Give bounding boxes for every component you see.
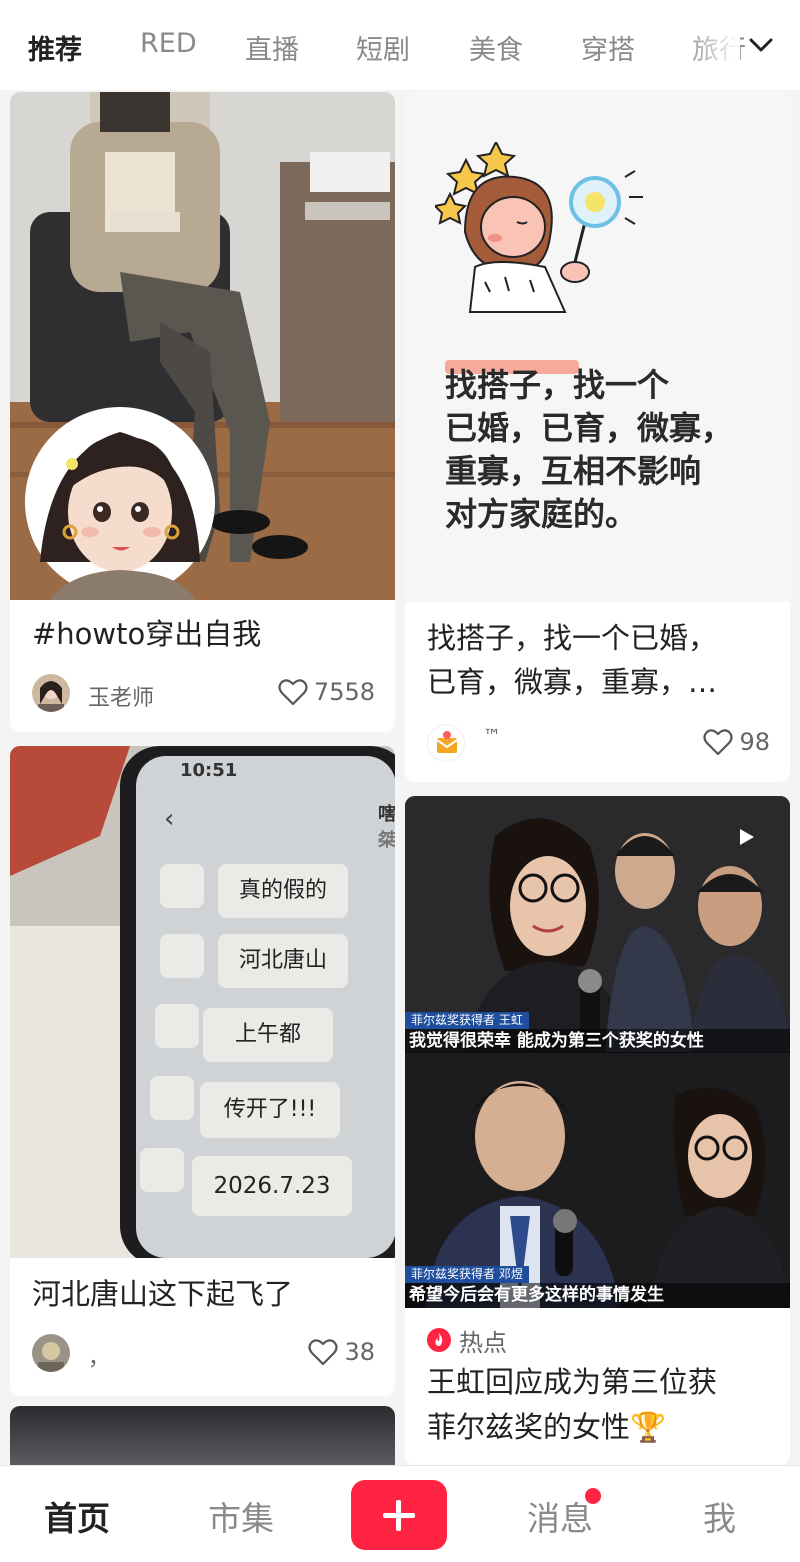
heart-icon [703,729,734,756]
post-caption: 找搭子，找一个已婚， 已育，微寡，重寡，… [427,621,718,699]
meme-avatar-icon [160,934,204,978]
tab-live[interactable]: 直播 [245,28,299,67]
post-meta: ™ 98 [427,724,770,764]
avatar[interactable] [32,1334,70,1372]
heart-icon [308,1339,339,1366]
tab-red[interactable]: RED [140,28,197,59]
news-subtitle: 希望今后会有更多这样的事情发生 [405,1283,790,1308]
post-cover-image: 菲尔兹奖获得者 王虹 我觉得很荣幸 能成为第三个获奖的女性 菲尔兹奖获得者 邓煜… [405,796,790,1308]
author-name[interactable]: ™ [483,726,501,747]
nav-market[interactable]: 市集 [208,1492,274,1540]
post-meta: ， 38 [32,1334,375,1374]
poster-text: 找搭子，找一个 已婚，已育，微寡， 重寡，互相不影响 对方家庭的。 [445,366,734,533]
avatar[interactable] [32,674,70,712]
nav-me[interactable]: 我 [703,1492,736,1540]
plus-icon[interactable] [351,1480,447,1550]
meme-avatar-icon [150,1076,194,1120]
author-name[interactable]: ， [88,1340,110,1372]
meme-avatar-icon [140,1148,184,1192]
back-arrow-icon: ‹ [164,804,175,834]
news-label: 菲尔兹奖获得者 邓煜 [405,1266,529,1283]
nav-messages[interactable]: 消息 [527,1492,593,1540]
video-play-icon [740,829,754,845]
like-count: 98 [739,728,770,756]
chat-header-text: 嗐 桀 [378,804,395,851]
hot-tag-label: 热点 [459,1328,507,1357]
news-subtitle: 我觉得很荣幸 能成为第三个获奖的女性 [405,1029,790,1053]
meme-avatar-icon [155,1004,199,1048]
post-caption: 王虹回应成为第三位获 菲尔兹奖的女性🏆 [427,1365,718,1444]
feed-card[interactable]: 10:51 ‹ 嗐 桀 真的假的 河北唐山 上午都 传开了!!! 2026.7.… [10,746,395,1396]
phone-clock: 10:51 [180,760,238,781]
hot-tag[interactable]: 热点 [427,1324,507,1357]
post-caption: #howto穿出自我 [32,617,262,651]
fire-icon [427,1328,451,1352]
post-cover-image: 10:51 ‹ 嗐 桀 真的假的 河北唐山 上午都 传开了!!! 2026.7.… [10,746,395,1258]
tab-fade [680,20,740,70]
like-button[interactable]: 38 [308,1338,375,1366]
feed-card[interactable]: 找搭子，找一个 已婚，已育，微寡， 重寡，互相不影响 对方家庭的。 找搭子，找一… [405,92,790,782]
heart-icon [278,679,308,706]
tab-short-drama[interactable]: 短剧 [356,28,410,67]
feed-card[interactable]: #howto穿出自我 玉老师 7558 [10,92,395,732]
notification-dot [585,1488,601,1504]
post-cover-image [10,1406,395,1465]
bottom-nav: 首页 市集 消息 我 [0,1465,800,1562]
feed-card[interactable] [10,1406,395,1465]
top-tab-bar: 推荐 RED 直播 短剧 美食 穿搭 旅行 [0,0,800,90]
nav-home[interactable]: 首页 [44,1492,110,1540]
feed-card[interactable]: 菲尔兹奖获得者 王虹 我觉得很荣幸 能成为第三个获奖的女性 菲尔兹奖获得者 邓煜… [405,796,790,1465]
author-name[interactable]: 玉老师 [88,680,154,712]
meme-avatar-icon [160,864,204,908]
post-caption: 河北唐山这下起飞了 [32,1277,294,1311]
like-count: 38 [344,1338,375,1366]
post-cover-image: 找搭子，找一个 已婚，已育，微寡， 重寡，互相不影响 对方家庭的。 [405,92,790,602]
post-meta: 玉老师 7558 [32,674,375,714]
like-count: 7558 [313,678,375,706]
girl-illustration [435,142,643,313]
tab-recommend[interactable]: 推荐 [28,28,82,67]
news-label: 菲尔兹奖获得者 王虹 [405,1012,529,1029]
like-button[interactable]: 98 [703,728,770,756]
chevron-down-icon[interactable] [746,30,776,60]
avatar[interactable] [427,724,465,762]
like-button[interactable]: 7558 [278,678,375,706]
tab-outfit[interactable]: 穿搭 [581,28,635,67]
post-cover-image [10,92,395,600]
tab-food[interactable]: 美食 [469,28,523,67]
